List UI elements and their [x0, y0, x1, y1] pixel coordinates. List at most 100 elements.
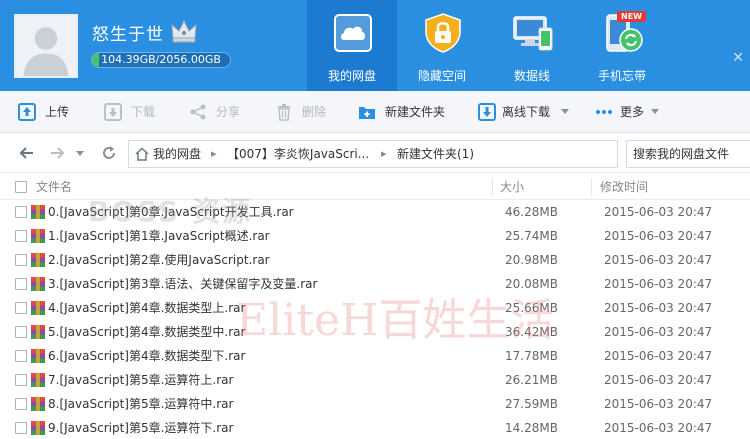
more-label: 更多 [620, 105, 645, 119]
lock-icon [425, 13, 461, 53]
file-name[interactable]: 5.[JavaScript]第4章.数据类型中.rar [48, 320, 245, 344]
file-name[interactable]: 4.[JavaScript]第4章.数据类型上.rar [48, 296, 245, 320]
new-folder-button[interactable]: 新建文件夹 [358, 91, 458, 133]
row-checkbox[interactable] [15, 374, 27, 386]
table-row[interactable]: 5.[JavaScript]第4章.数据类型中.rar 36.42MB 2015-0… [0, 320, 750, 344]
row-checkbox[interactable] [15, 422, 27, 434]
file-size: 25.66MB [505, 301, 558, 315]
search-input[interactable]: 搜索我的网盘文件 [626, 140, 750, 168]
file-name[interactable]: 8.[JavaScript]第5章.运算符中.rar [48, 392, 233, 416]
file-name[interactable]: 2.[JavaScript]第2章.使用JavaScript.rar [48, 248, 270, 272]
file-size: 36.42MB [505, 325, 558, 339]
nav-data-cable-label: 数据线 [513, 69, 550, 83]
file-modified-date: 2015-06-03 20:47 [604, 349, 713, 363]
table-row[interactable]: 9.[JavaScript]第5章.运算符下.rar 14.28MB 2015-06… [0, 416, 750, 439]
download-button[interactable]: 下载 [104, 91, 164, 133]
select-all-checkbox[interactable] [15, 181, 27, 193]
file-modified-date: 2015-06-03 20:47 [604, 397, 713, 411]
download-icon [104, 103, 122, 121]
nav-data-cable[interactable]: 数据线 [487, 0, 577, 91]
row-checkbox[interactable] [15, 254, 27, 266]
storage-quota-text: 104.39GB/2056.00GB [101, 53, 221, 66]
file-name[interactable]: 9.[JavaScript]第5章.运算符下.rar [48, 416, 233, 439]
table-row[interactable]: 3.[JavaScript]第3章.语法、关键保留字及变量.rar 20.08MB… [0, 272, 750, 296]
file-name[interactable]: 6.[JavaScript]第4章.数据类型下.rar [48, 344, 245, 368]
rar-file-icon [31, 325, 45, 339]
rar-file-icon [31, 277, 45, 291]
delete-button[interactable]: 删除 [275, 91, 335, 133]
row-checkbox[interactable] [15, 302, 27, 314]
refresh-icon[interactable] [100, 144, 118, 162]
nav-hidden-space-label: 隐藏空间 [417, 69, 466, 83]
devices-icon [513, 16, 553, 51]
file-size: 27.59MB [505, 397, 558, 411]
nav-hidden-space[interactable]: 隐藏空间 [397, 0, 487, 91]
home-icon [135, 147, 149, 161]
breadcrumb-separator-icon: ▸ [381, 147, 387, 160]
row-checkbox[interactable] [15, 206, 27, 218]
address-bar: 我的网盘 ▸ 【007】李炎恢JavaScri... ▸ 新建文件夹(1) 搜索… [0, 133, 750, 173]
upload-button[interactable]: 上传 [18, 91, 78, 133]
table-row[interactable]: 1.[JavaScript]第1章.JavaScript概述.rar 25.74M… [0, 224, 750, 248]
row-checkbox[interactable] [15, 398, 27, 410]
avatar[interactable] [14, 14, 78, 78]
history-dropdown-icon[interactable] [74, 144, 86, 162]
row-checkbox[interactable] [15, 326, 27, 338]
row-checkbox[interactable] [15, 350, 27, 362]
breadcrumb-separator-icon: ▸ [211, 147, 217, 160]
storage-quota-bar: 104.39GB/2056.00GB [91, 52, 231, 68]
column-header-name[interactable]: 文件名 [36, 174, 72, 200]
file-modified-date: 2015-06-03 20:47 [604, 253, 713, 267]
file-size: 20.98MB [505, 253, 558, 267]
file-modified-date: 2015-06-03 20:47 [604, 277, 713, 291]
upload-icon [18, 103, 36, 121]
toolbar: 上传 下载 分享 删除 新建文件夹 离线下载 更多 [0, 91, 750, 133]
share-button[interactable]: 分享 [189, 91, 249, 133]
breadcrumb-item[interactable]: 新建文件夹(1) [397, 141, 474, 167]
rar-file-icon [31, 397, 45, 411]
table-row[interactable]: 0.[JavaScript]第0章.JavaScript开发工具.rar 46.2… [0, 200, 750, 224]
new-folder-icon [359, 107, 375, 119]
column-header-size[interactable]: 大小 [500, 174, 524, 200]
new-badge: NEW [617, 11, 646, 22]
rar-file-icon [31, 253, 45, 267]
file-name[interactable]: 1.[JavaScript]第1章.JavaScript概述.rar [48, 224, 270, 248]
back-arrow-icon[interactable] [18, 144, 36, 162]
collapse-icon[interactable]: ✕ [732, 50, 744, 66]
more-button[interactable]: 更多 [595, 91, 665, 133]
rar-file-icon [31, 349, 45, 363]
file-modified-date: 2015-06-03 20:47 [604, 205, 713, 219]
file-list-header: 文件名 大小 修改时间 [0, 174, 750, 200]
table-row[interactable]: 6.[JavaScript]第4章.数据类型下.rar 17.78MB 2015-0… [0, 344, 750, 368]
table-row[interactable]: 7.[JavaScript]第5章.运算符上.rar 26.21MB 2015-06… [0, 368, 750, 392]
nav-phone-forgot-label: 手机忘带 [597, 69, 646, 83]
row-checkbox[interactable] [15, 230, 27, 242]
file-name[interactable]: 3.[JavaScript]第3章.语法、关键保留字及变量.rar [48, 272, 317, 296]
breadcrumb-item[interactable]: 【007】李炎恢JavaScri... [227, 141, 369, 167]
row-checkbox[interactable] [15, 278, 27, 290]
file-name[interactable]: 0.[JavaScript]第0章.JavaScript开发工具.rar [48, 200, 294, 224]
crown-icon[interactable] [170, 18, 198, 44]
file-modified-date: 2015-06-03 20:47 [604, 301, 713, 315]
column-divider[interactable] [591, 178, 592, 196]
offline-download-icon [478, 103, 496, 121]
username[interactable]: 怒生于世 [92, 20, 164, 45]
default-avatar-icon [16, 16, 76, 76]
column-divider[interactable] [492, 178, 493, 196]
forward-arrow-icon[interactable] [48, 144, 66, 162]
table-row[interactable]: 2.[JavaScript]第2章.使用JavaScript.rar 20.98M… [0, 248, 750, 272]
file-name[interactable]: 7.[JavaScript]第5章.运算符上.rar [48, 368, 233, 392]
file-modified-date: 2015-06-03 20:47 [604, 373, 713, 387]
breadcrumb-item[interactable]: 我的网盘 [153, 141, 201, 167]
nav-my-disk[interactable]: 我的网盘 [307, 0, 397, 91]
offline-download-button[interactable]: 离线下载 [478, 91, 573, 133]
rar-file-icon [31, 301, 45, 315]
file-size: 25.74MB [505, 229, 558, 243]
column-header-modified[interactable]: 修改时间 [600, 174, 648, 200]
rar-file-icon [31, 205, 45, 219]
table-row[interactable]: 8.[JavaScript]第5章.运算符中.rar 27.59MB 2015-06… [0, 392, 750, 416]
delete-label: 删除 [302, 105, 327, 119]
file-modified-date: 2015-06-03 20:47 [604, 421, 713, 435]
chevron-down-icon [651, 109, 659, 114]
table-row[interactable]: 4.[JavaScript]第4章.数据类型上.rar 25.66MB 2015-0… [0, 296, 750, 320]
